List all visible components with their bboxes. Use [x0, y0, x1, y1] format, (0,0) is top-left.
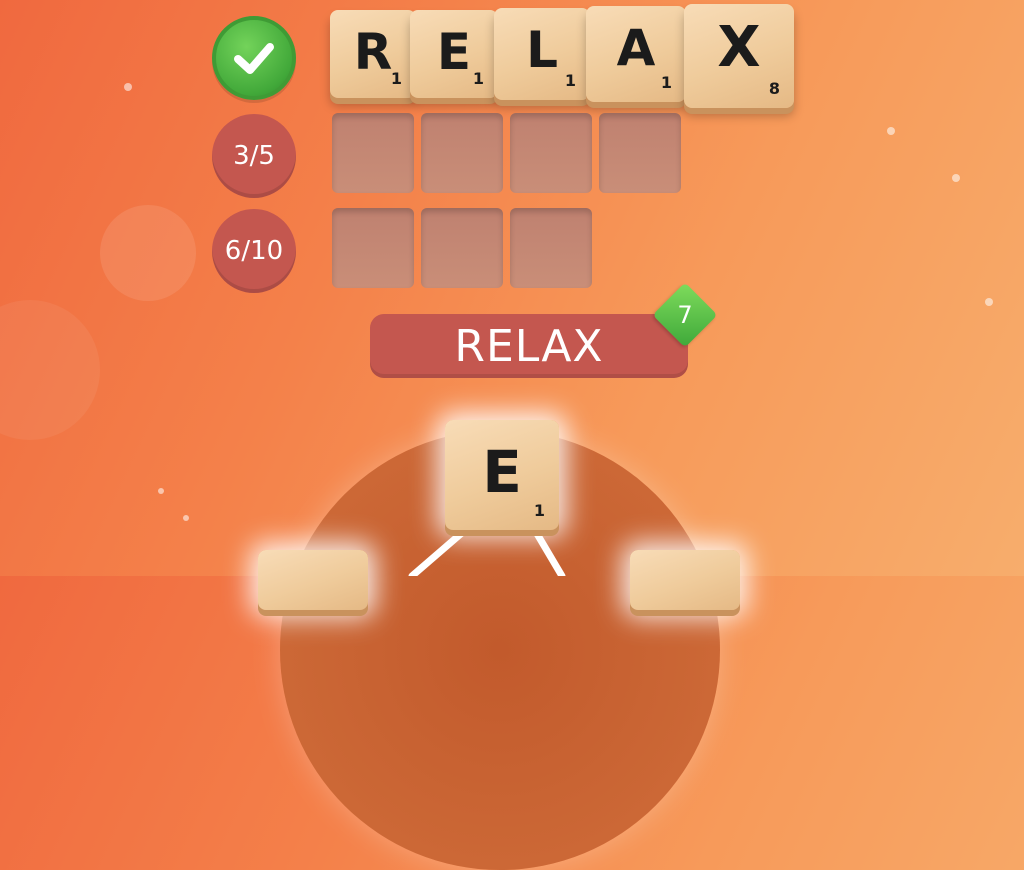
empty-letter-slot: [510, 208, 592, 288]
found-word-tile-l: L 1: [494, 8, 590, 100]
current-word-display: RELAX: [370, 314, 688, 378]
tile-points: 1: [660, 73, 672, 92]
tile-points: 1: [472, 69, 484, 88]
wheel-tile[interactable]: [630, 550, 740, 610]
empty-letter-slot: [332, 208, 414, 288]
background-sparkle: [952, 174, 960, 182]
tile-points: 1: [533, 501, 545, 520]
found-word-tile-a: A 1: [586, 6, 686, 102]
empty-letter-slot: [599, 113, 681, 193]
row-3-status: 6/10: [212, 209, 296, 293]
background-sparkle: [158, 488, 164, 494]
row-2-status: 3/5: [212, 114, 296, 198]
background-bokeh: [0, 300, 100, 440]
wheel-tile[interactable]: [258, 550, 368, 610]
checkmark-icon: [234, 43, 274, 74]
tile-letter: E: [436, 23, 472, 81]
empty-letter-slot: [421, 208, 503, 288]
background-sparkle: [183, 515, 189, 521]
tile-points: 8: [768, 79, 780, 98]
background-sparkle: [887, 127, 895, 135]
found-word-tile-e: E 1: [410, 10, 498, 98]
empty-letter-slot: [510, 113, 592, 193]
row-1-status-complete: [212, 16, 296, 100]
tile-points: 1: [390, 69, 402, 88]
tile-letter: R: [353, 23, 393, 81]
wheel-tile-e[interactable]: E 1: [445, 420, 559, 530]
background-sparkle: [124, 83, 132, 91]
tile-points: 1: [564, 71, 576, 90]
bonus-gem-value: 7: [677, 301, 693, 329]
background-bokeh: [100, 205, 196, 301]
tile-letter: X: [717, 15, 761, 80]
background-sparkle: [985, 298, 993, 306]
found-word-tile-x: X 8: [684, 4, 794, 108]
tile-letter: A: [616, 19, 656, 77]
tile-letter: E: [482, 438, 522, 506]
empty-letter-slot: [421, 113, 503, 193]
found-word-tile-r: R 1: [330, 10, 416, 98]
empty-letter-slot: [332, 113, 414, 193]
